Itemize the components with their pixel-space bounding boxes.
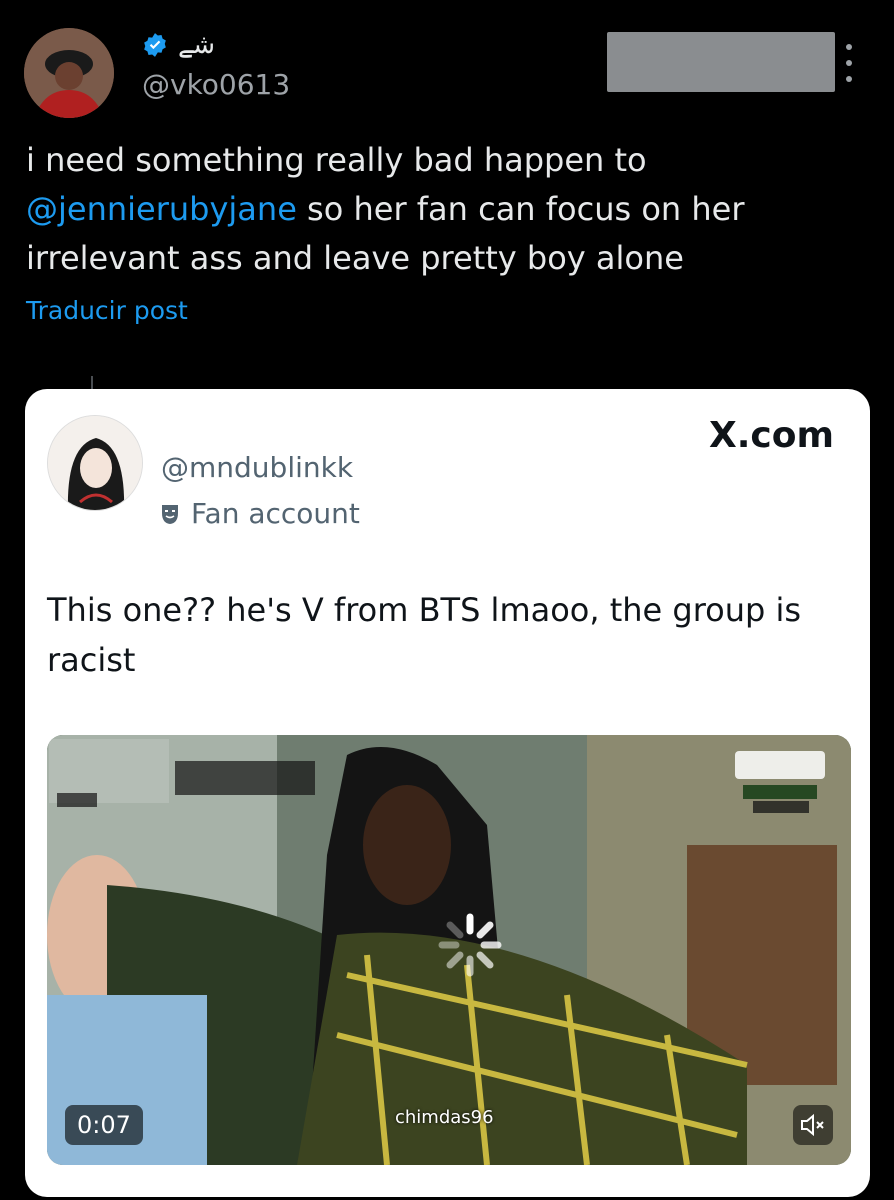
fan-account-label: Fan account [161,497,360,530]
video-duration: 0:07 [65,1105,143,1145]
redacted-region [607,32,835,92]
quoted-text: This one?? he's V from BTS lmaoo, the gr… [47,591,802,679]
verified-badge-icon [144,33,166,57]
quoted-post-card[interactable]: @mndublinkk Fan account X.com This one??… [25,389,870,1197]
user-handle[interactable]: @vko0613 [142,68,290,101]
channel-logo [735,751,825,813]
fan-account-text: Fan account [191,497,360,530]
video-player[interactable]: chimdas96 0:07 [47,735,851,1165]
thread-line [91,376,93,390]
post-text-before: i need something really bad happen to [26,141,647,179]
fan-account-mask-icon [162,504,178,524]
display-name: شے [178,30,216,60]
mute-icon[interactable] [793,1105,833,1145]
loading-spinner-icon [438,913,502,977]
quoted-avatar[interactable] [47,415,143,511]
post-text: i need something really bad happen to @j… [26,136,866,283]
mention-link[interactable]: @jennierubyjane [26,190,297,228]
translate-post-link[interactable]: Traducir post [26,296,188,325]
video-watermark: chimdas96 [395,1107,494,1128]
source-label: X.com [709,415,835,456]
quoted-handle[interactable]: @mndublinkk [161,451,353,484]
avatar[interactable] [24,28,114,118]
more-options-icon[interactable] [838,44,860,82]
display-name-row[interactable]: شے [142,30,215,60]
show-logo [49,739,315,807]
